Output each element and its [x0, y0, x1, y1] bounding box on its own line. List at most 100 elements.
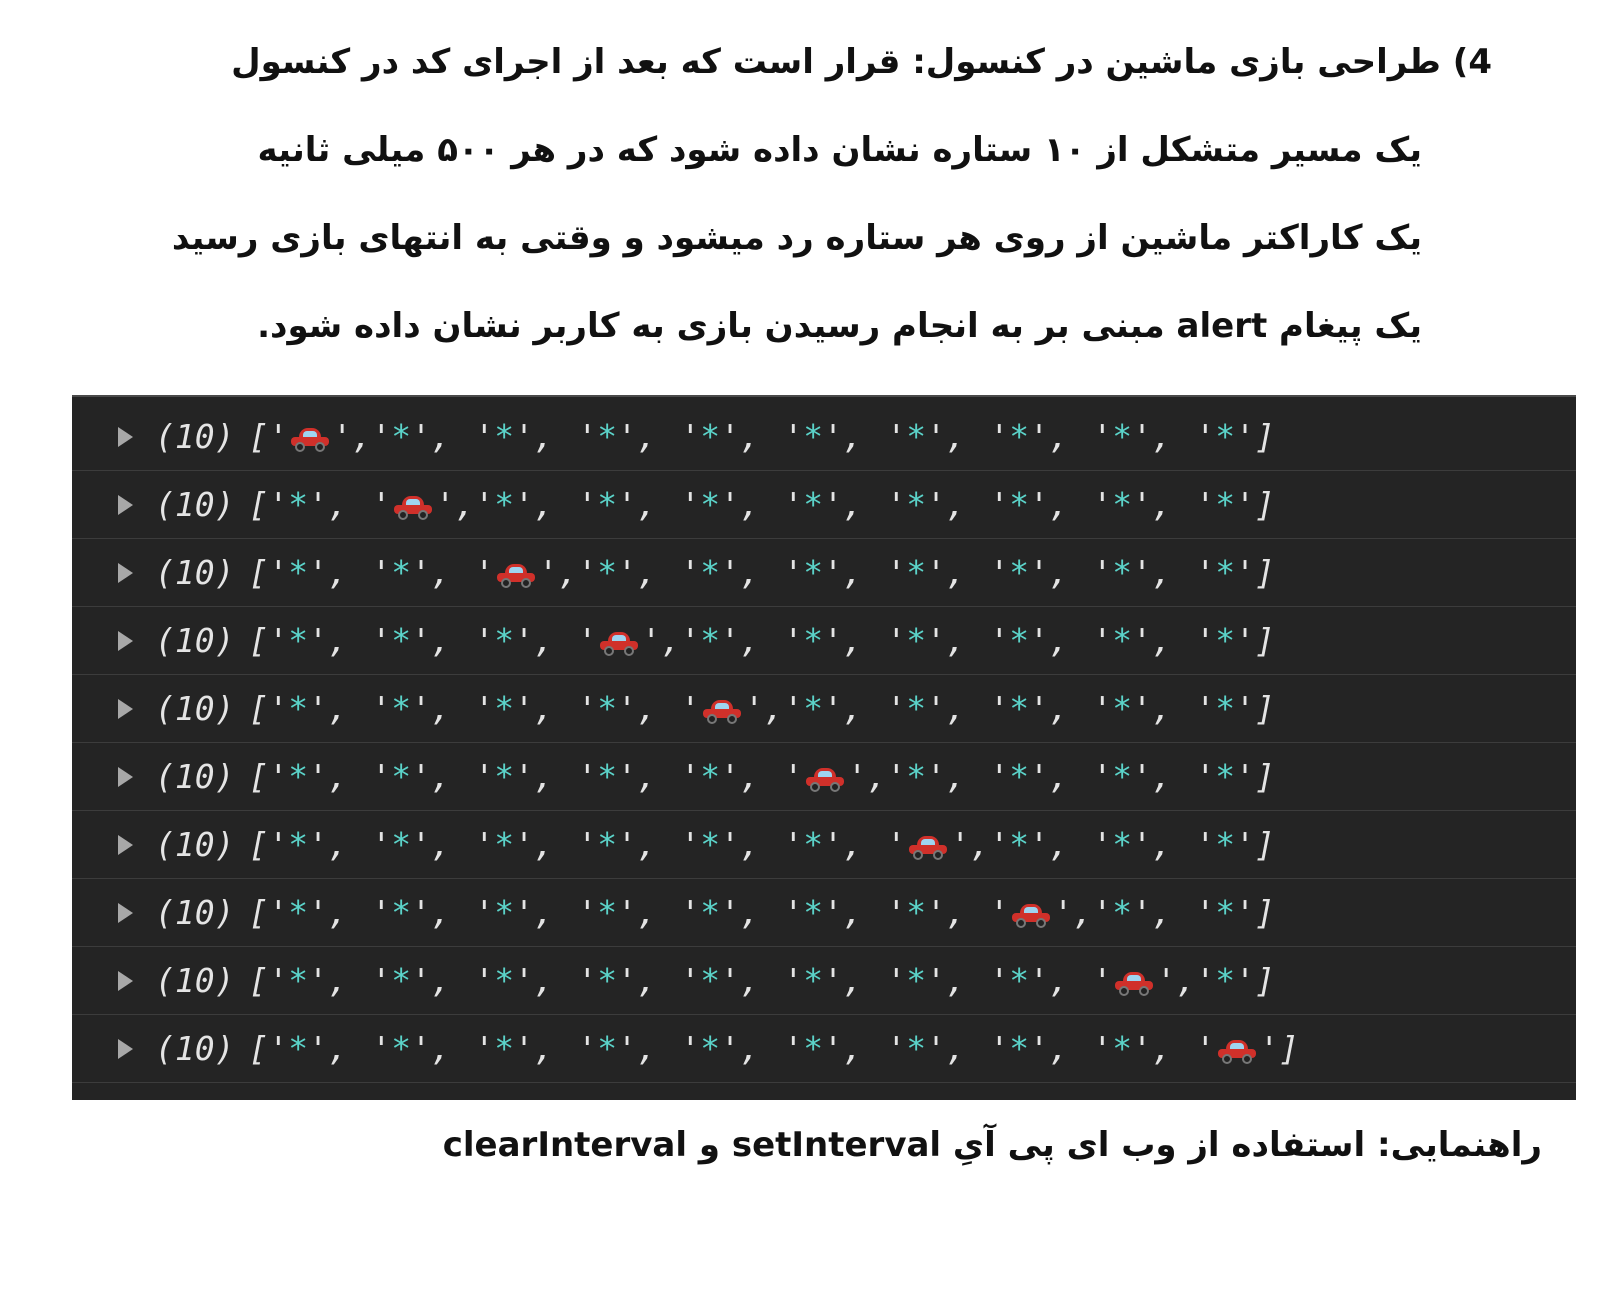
console-log-row[interactable]: (10)['*', '*', '*', '*', ' ', '*', '*', '… [72, 675, 1576, 743]
quote: ' [474, 825, 495, 864]
array-item: '*', [577, 1029, 680, 1068]
comma: , [739, 485, 760, 524]
quote: ' [617, 757, 637, 796]
quote: ' [823, 621, 843, 660]
array-item: '*' [1195, 825, 1255, 864]
comma: , [1073, 893, 1093, 932]
comma: , [739, 961, 760, 1000]
quote: ' [617, 485, 637, 524]
console-log-row[interactable]: (10)[' ', '*', '*', '*', '*', '*', '*', '… [72, 403, 1576, 471]
open-bracket: [ [248, 757, 269, 796]
quote: ' [371, 825, 392, 864]
comma: , [1151, 553, 1172, 592]
quote: ' [577, 757, 598, 796]
comma: , [327, 893, 348, 932]
star-item: * [1215, 417, 1236, 456]
array-item: ' ', [474, 553, 578, 592]
quote: ' [371, 689, 392, 728]
expand-arrow-icon[interactable] [118, 766, 133, 787]
quote: ' [1195, 961, 1216, 1000]
quote: ' [1092, 757, 1113, 796]
array-item: '*', [680, 485, 783, 524]
array-item: '*', [1092, 689, 1195, 728]
comma: , [327, 1029, 348, 1068]
comma: , [430, 961, 451, 1000]
star-item: * [597, 417, 618, 456]
comma: , [1151, 689, 1172, 728]
array-item: '*', [680, 417, 783, 456]
console-log-row[interactable]: (10)['*', '*', ' ', '*', '*', '*', '*', '… [72, 539, 1576, 607]
expand-arrow-icon[interactable] [118, 426, 133, 447]
console-log-row[interactable]: (10)['*', '*', '*', '*', '*', '*', ' ', '… [72, 811, 1576, 879]
expand-arrow-icon[interactable] [118, 834, 133, 855]
quote: ' [474, 553, 495, 592]
quote: ' [1195, 1029, 1216, 1068]
quote: ' [577, 825, 598, 864]
open-bracket: [ [248, 553, 269, 592]
star-item: * [906, 485, 927, 524]
quote: ' [1235, 961, 1255, 1000]
array-count: (10) [155, 553, 235, 592]
array-item: '*', [474, 961, 577, 1000]
console-log-row[interactable]: (10)['*', '*', '*', '*', '*', '*', '*', … [72, 947, 1576, 1015]
quote: ' [1029, 689, 1049, 728]
star-item: * [597, 553, 618, 592]
expand-arrow-icon[interactable] [118, 630, 133, 651]
star-item: * [1009, 621, 1030, 660]
console-log-row[interactable]: (10)['*', '*', '*', '*', '*', '*', '*', … [72, 1015, 1576, 1083]
comma: , [842, 485, 863, 524]
comma: , [533, 417, 554, 456]
star-item: * [700, 1029, 721, 1068]
star-item: * [1009, 757, 1030, 796]
comma: , [1048, 485, 1069, 524]
expand-arrow-icon[interactable] [118, 562, 133, 583]
quote: ' [1235, 553, 1255, 592]
star-item: * [288, 1029, 309, 1068]
array-item: ' ' [1195, 1029, 1279, 1068]
expand-arrow-icon[interactable] [118, 494, 133, 515]
star-item: * [1215, 621, 1236, 660]
quote: ' [989, 961, 1010, 1000]
array-item: '*' [1195, 893, 1255, 932]
quote: ' [886, 553, 907, 592]
array-item: '*', [680, 553, 783, 592]
expand-arrow-icon[interactable] [118, 970, 133, 991]
expand-arrow-icon[interactable] [118, 1038, 133, 1059]
quote: ' [308, 485, 328, 524]
quote: ' [680, 825, 701, 864]
expand-arrow-icon[interactable] [118, 698, 133, 719]
comma: , [867, 757, 887, 796]
close-bracket: ] [1254, 689, 1275, 728]
comma: , [739, 417, 760, 456]
comma: , [945, 893, 966, 932]
console-log-row[interactable]: (10)['*', '*', '*', '*', '*', '*', '*', … [72, 879, 1576, 947]
star-item: * [597, 1029, 618, 1068]
quote: ' [474, 757, 495, 796]
comma: , [945, 757, 966, 796]
expand-arrow-icon[interactable] [118, 902, 133, 923]
quote: ' [989, 689, 1010, 728]
console-log-row[interactable]: (10)['*', '*', '*', ' ', '*', '*', '*', '… [72, 607, 1576, 675]
comma: , [327, 961, 348, 1000]
star-item: * [803, 417, 824, 456]
array-item: '*', [371, 689, 474, 728]
quote: ' [617, 825, 637, 864]
console-log-row[interactable]: (10)['*', '*', '*', '*', '*', ' ', '*', '… [72, 743, 1576, 811]
array-item: '*' [1195, 621, 1255, 660]
comma: , [842, 553, 863, 592]
comma: , [842, 961, 863, 1000]
quote: ' [886, 621, 907, 660]
comma: , [430, 893, 451, 932]
comma: , [533, 825, 554, 864]
star-item: * [1112, 757, 1133, 796]
array-item: ' ', [783, 757, 887, 796]
quote: ' [1195, 417, 1216, 456]
console-log-row[interactable]: (10)['*', ' ', '*', '*', '*', '*', '*', '… [72, 471, 1576, 539]
quote: ' [1156, 961, 1177, 1000]
array-item: '*', [680, 893, 783, 932]
array-item: '*', [268, 689, 371, 728]
quote: ' [617, 689, 637, 728]
comma: , [1151, 825, 1172, 864]
comma: , [327, 689, 348, 728]
star-item: * [391, 1029, 412, 1068]
